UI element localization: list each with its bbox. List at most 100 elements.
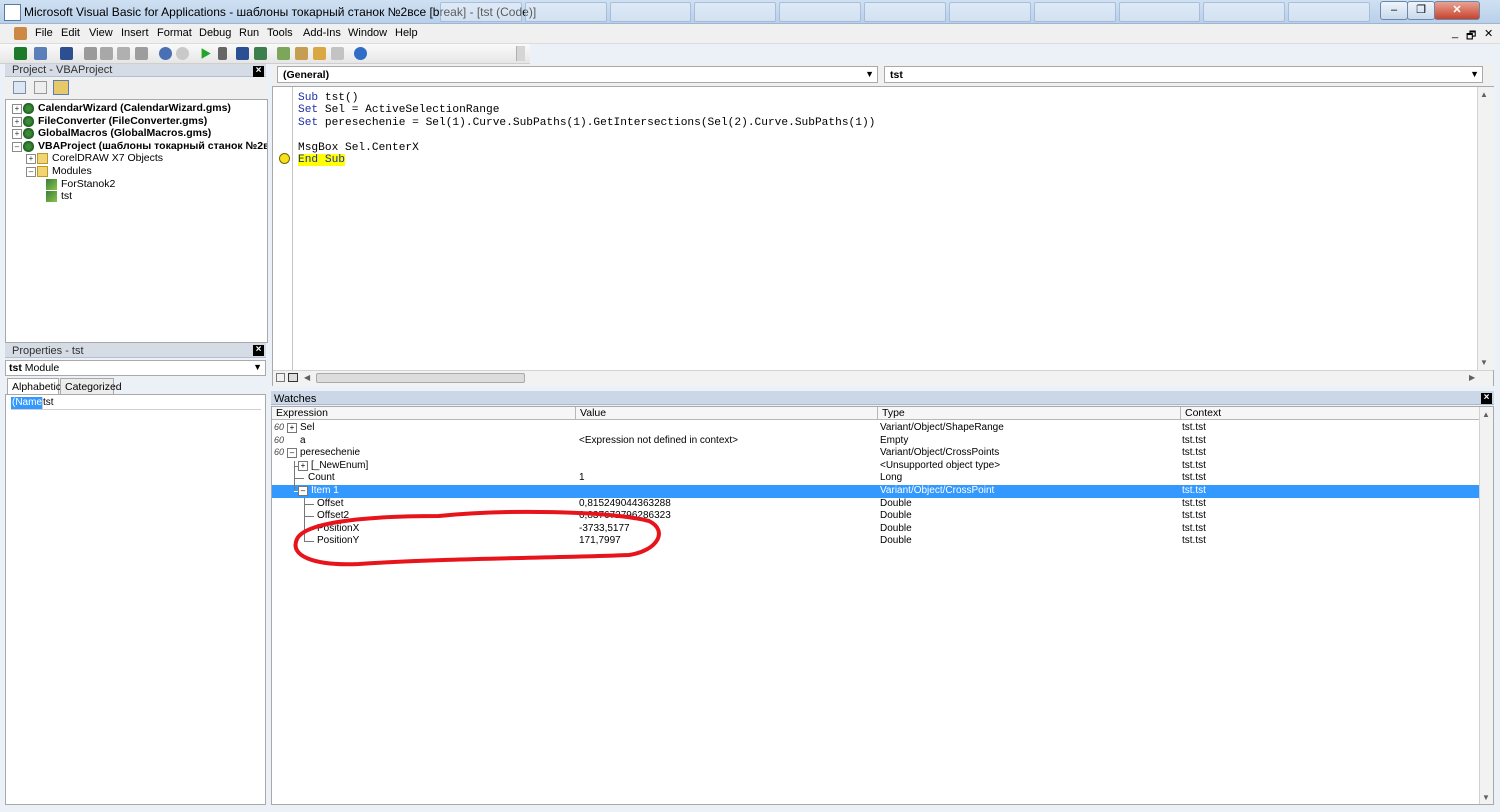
restore-button[interactable]: ❐: [1407, 1, 1435, 20]
collapse-icon[interactable]: –: [26, 167, 36, 177]
tree-item-project[interactable]: + GlobalMacros (GlobalMacros.gms): [6, 127, 261, 140]
code-line[interactable]: MsgBox Sel.CenterX: [298, 142, 419, 154]
watch-row[interactable]: 60 a <Expression not defined in context> Em…: [272, 435, 1480, 448]
property-value-cell[interactable]: tst: [43, 397, 54, 408]
watches-scroll-up-icon[interactable]: ▲: [1482, 410, 1490, 419]
expand-icon[interactable]: +: [12, 104, 22, 114]
object-dropdown-icon[interactable]: ▼: [253, 362, 262, 372]
run-icon[interactable]: [201, 48, 211, 59]
watches-vertical-scrollbar[interactable]: ▲ ▼: [1479, 407, 1493, 804]
procedure-combo-dropdown-icon[interactable]: ▼: [1470, 69, 1479, 79]
view-host-app-icon[interactable]: [14, 47, 27, 60]
object-combo[interactable]: (General) ▼: [277, 66, 878, 83]
properties-pane-close-icon[interactable]: ×: [253, 345, 264, 356]
code-line[interactable]: Sub tst(): [298, 92, 358, 104]
menu-file[interactable]: File: [35, 27, 53, 39]
tree-item-module[interactable]: ForStanok2: [6, 178, 261, 191]
procedure-combo[interactable]: tst ▼: [884, 66, 1483, 83]
reset-icon[interactable]: [236, 47, 249, 60]
expand-icon[interactable]: +: [12, 116, 22, 127]
menu-add-ins[interactable]: Add-Ins: [303, 27, 341, 39]
expand-icon[interactable]: +: [287, 423, 297, 433]
code-editor[interactable]: Sub tst() Set Sel = ActiveSelectionRange S…: [272, 86, 1494, 386]
menu-tools[interactable]: Tools: [267, 27, 293, 39]
help-icon[interactable]: [354, 47, 367, 60]
toolbar-options-handle[interactable]: [516, 46, 525, 61]
tree-item-folder[interactable]: – Modules: [6, 165, 261, 178]
expand-icon[interactable]: +: [26, 154, 36, 165]
tree-item-project[interactable]: + FileConverter (FileConverter.gms): [6, 115, 261, 128]
menu-run[interactable]: Run: [239, 27, 259, 39]
collapse-icon[interactable]: –: [298, 486, 308, 496]
menu-debug[interactable]: Debug: [199, 27, 231, 39]
watch-row[interactable]: + [_NewEnum] <Unsupported object type> tst.…: [272, 460, 1480, 473]
margin-indicator-bar[interactable]: [273, 87, 293, 370]
expand-icon[interactable]: +: [12, 129, 22, 140]
insert-module-icon[interactable]: [34, 47, 47, 60]
mdi-minimize-icon[interactable]: _: [1452, 27, 1458, 39]
object-selector[interactable]: tst Module ▼: [5, 360, 266, 376]
toolbox-icon[interactable]: [331, 47, 344, 60]
scroll-down-icon[interactable]: ▼: [1480, 358, 1488, 367]
menu-edit[interactable]: Edit: [61, 27, 80, 39]
scroll-left-icon[interactable]: ◀: [304, 373, 310, 382]
procedure-view-icon[interactable]: [276, 373, 285, 382]
watches-close-icon[interactable]: ×: [1481, 393, 1492, 404]
menu-help[interactable]: Help: [395, 27, 418, 39]
find-icon[interactable]: [135, 47, 148, 60]
undo-icon[interactable]: [159, 47, 172, 60]
menu-view[interactable]: View: [89, 27, 113, 39]
project-explorer-icon[interactable]: [277, 47, 290, 60]
menu-insert[interactable]: Insert: [121, 27, 149, 39]
watch-row[interactable]: 60– peresechenie Variant/Object/CrossPoint…: [272, 447, 1480, 460]
collapse-icon[interactable]: –: [287, 448, 297, 459]
full-module-view-icon[interactable]: [288, 373, 298, 382]
view-object-icon[interactable]: [34, 81, 47, 94]
vba-app-icon[interactable]: [4, 4, 21, 21]
menu-format[interactable]: Format: [157, 27, 192, 39]
view-code-icon[interactable]: [13, 81, 26, 94]
horizontal-scroll-thumb[interactable]: [316, 373, 525, 383]
collapse-icon[interactable]: –: [12, 141, 22, 152]
break-icon[interactable]: [218, 47, 227, 60]
code-horizontal-scrollbar[interactable]: ◀ ▶: [273, 370, 1493, 386]
watch-row[interactable]: – Item 1 Variant/Object/CrossPoint tst.tst: [272, 485, 1480, 498]
column-header-value[interactable]: Value: [576, 407, 878, 420]
minimize-button[interactable]: –: [1380, 1, 1408, 20]
column-header-expression[interactable]: Expression: [272, 407, 576, 420]
close-button[interactable]: ✕: [1434, 1, 1480, 20]
column-header-type[interactable]: Type: [878, 407, 1181, 420]
tab-categorized[interactable]: Categorized: [60, 378, 122, 394]
cut-icon[interactable]: [84, 47, 97, 60]
redo-icon[interactable]: [176, 47, 189, 60]
menu-window[interactable]: Window: [348, 27, 387, 39]
save-icon[interactable]: [60, 47, 73, 60]
code-line[interactable]: Set Sel = ActiveSelectionRange: [298, 104, 499, 116]
vba-menu-icon[interactable]: [14, 27, 27, 40]
expand-icon[interactable]: +: [298, 460, 308, 471]
paste-icon[interactable]: [117, 47, 130, 60]
tree-item-folder[interactable]: + CorelDRAW X7 Objects: [6, 152, 261, 165]
copy-icon[interactable]: [100, 47, 113, 60]
object-browser-icon[interactable]: [313, 47, 326, 60]
property-name-cell[interactable]: (Name): [11, 397, 45, 409]
project-pane-close-icon[interactable]: ×: [253, 66, 264, 77]
tree-item-module[interactable]: tst: [6, 190, 261, 203]
object-combo-dropdown-icon[interactable]: ▼: [865, 69, 874, 79]
code-line[interactable]: Set peresechenie = Sel(1).Curve.SubPaths…: [298, 117, 875, 129]
watch-row[interactable]: 60 + Sel Variant/Object/ShapeRange tst.tst: [272, 422, 1480, 435]
mdi-close-icon[interactable]: ✕: [1484, 27, 1493, 40]
tree-item-project[interactable]: – VBAProject (шаблоны токарный станок №2в…: [6, 140, 267, 153]
scroll-up-icon[interactable]: ▲: [1480, 90, 1488, 99]
watches-scroll-down-icon[interactable]: ▼: [1482, 793, 1490, 802]
tab-alphabetic[interactable]: Alphabetic: [7, 378, 61, 394]
code-line[interactable]: End Sub: [298, 154, 345, 166]
tree-item-project[interactable]: + CalendarWizard (CalendarWizard.gms): [6, 102, 261, 115]
mdi-restore-icon[interactable]: 🗗: [1466, 27, 1476, 46]
design-mode-icon[interactable]: [254, 47, 267, 60]
code-vertical-scrollbar[interactable]: ▲ ▼: [1477, 87, 1494, 370]
column-header-context[interactable]: Context: [1181, 407, 1481, 420]
properties-window-icon[interactable]: [295, 47, 308, 60]
watch-row[interactable]: Count 1 Long tst.tst: [272, 472, 1480, 485]
toggle-folders-icon[interactable]: [53, 80, 69, 95]
